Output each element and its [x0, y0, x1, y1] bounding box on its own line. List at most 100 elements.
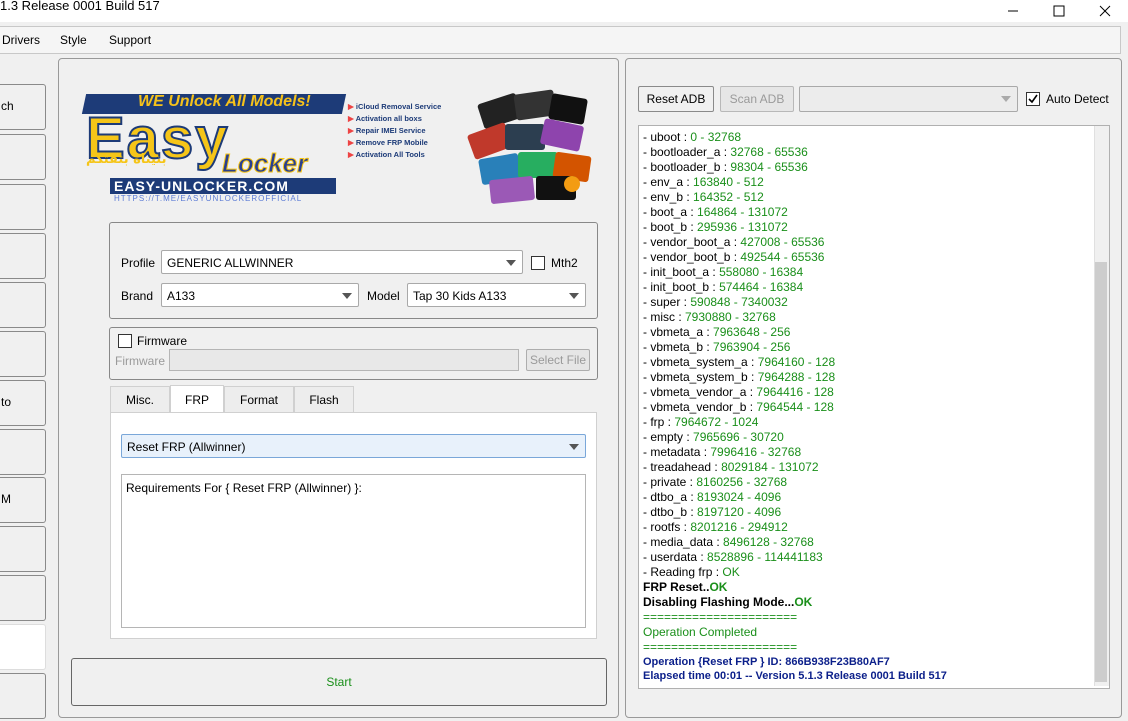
- sidebar-button-11[interactable]: [0, 575, 46, 621]
- chevron-down-icon: [342, 293, 352, 299]
- auto-detect-checkbox[interactable]: [1026, 92, 1040, 106]
- brand-select[interactable]: A133: [161, 283, 359, 307]
- log-line: - dtbo_b : 8197120 - 4096: [643, 505, 782, 519]
- log-completed: Operation Completed: [643, 625, 758, 639]
- log-line: - super : 590848 - 7340032: [643, 295, 788, 309]
- banner-url: HTTPS://T.ME/EASYUNLOCKEROFFICIAL: [114, 194, 303, 203]
- window-title: 1.3 Release 0001 Build 517: [0, 0, 160, 13]
- check-icon: [1028, 94, 1038, 104]
- model-select[interactable]: Tap 30 Kids A133: [407, 283, 586, 307]
- title-bar: 1.3 Release 0001 Build 517: [0, 0, 1128, 22]
- mth2-label: Mth2: [551, 256, 578, 270]
- profile-select[interactable]: GENERIC ALLWINNER: [161, 250, 523, 274]
- firmware-path-input[interactable]: [169, 349, 519, 371]
- frp-operation-select[interactable]: Reset FRP (Allwinner): [121, 434, 586, 458]
- brand-value: A133: [167, 289, 196, 303]
- log-line: - boot_a : 164864 - 131072: [643, 205, 788, 219]
- log-line: - misc : 7930880 - 32768: [643, 310, 776, 324]
- chevron-down-icon: [569, 444, 579, 450]
- chevron-down-icon: [506, 260, 516, 266]
- log-line: - vbmeta_b : 7963904 - 256: [643, 340, 791, 354]
- menu-drivers[interactable]: Drivers: [2, 33, 40, 47]
- firmware-checkbox[interactable]: [118, 334, 132, 348]
- sidebar-button-1[interactable]: ch: [0, 84, 46, 130]
- menu-style[interactable]: Style: [60, 33, 87, 47]
- tab-misc[interactable]: Misc.: [110, 386, 170, 412]
- profile-value: GENERIC ALLWINNER: [167, 256, 294, 270]
- feature-item: ▶ Remove FRP Mobile: [348, 138, 428, 147]
- sidebar-button-8[interactable]: [0, 429, 46, 475]
- sidebar-button-10[interactable]: [0, 526, 46, 572]
- log-line: - vbmeta_system_a : 7964160 - 128: [643, 355, 836, 369]
- log-line: - boot_b : 295936 - 131072: [643, 220, 788, 234]
- tab-flash[interactable]: Flash: [294, 386, 354, 412]
- sidebar-button-3[interactable]: [0, 184, 46, 230]
- easy-locker-banner: WE Unlock All Models! Easy Locker بنيناه…: [81, 88, 602, 208]
- log-line: - private : 8160256 - 32768: [643, 475, 788, 489]
- log-operation-info: Operation {Reset FRP } ID: 866B938F23B80…: [643, 656, 890, 668]
- log-line: - metadata : 7996416 - 32768: [643, 445, 802, 459]
- feature-list: ▶ iCloud Removal Service ▶ Activation al…: [348, 102, 468, 162]
- log-line: - uboot : 0 - 32768: [643, 130, 742, 144]
- log-line: - Reading frp : OK: [643, 565, 740, 579]
- log-elapsed: Elapsed time 00:01 -- Version 5.1.3 Rele…: [643, 670, 947, 682]
- chevron-down-icon: [569, 293, 579, 299]
- close-button[interactable]: [1082, 0, 1128, 22]
- sidebar-button-2[interactable]: [0, 134, 46, 180]
- log-line: - dtbo_a : 8193024 - 4096: [643, 490, 782, 504]
- adb-device-select[interactable]: [799, 86, 1018, 112]
- feature-item: ▶ iCloud Removal Service: [348, 102, 442, 111]
- feature-item: ▶ Activation All Tools: [348, 150, 425, 159]
- banner-domain: EASY-UNLOCKER.COM: [114, 178, 289, 194]
- close-icon: [1099, 5, 1111, 17]
- menu-bar: Drivers Style Support: [0, 26, 1121, 54]
- log-line: - env_b : 164352 - 512: [643, 190, 764, 204]
- reset-adb-button[interactable]: Reset ADB: [638, 86, 714, 112]
- log-line: - vendor_boot_a : 427008 - 65536: [643, 235, 825, 249]
- sidebar-button-5[interactable]: [0, 282, 46, 328]
- frp-operation-value: Reset FRP (Allwinner): [127, 440, 246, 454]
- mth2-checkbox[interactable]: [531, 256, 545, 270]
- sidebar-button-7[interactable]: to: [0, 380, 46, 426]
- log-line: - treadahead : 8029184 - 131072: [643, 460, 819, 474]
- maximize-button[interactable]: [1036, 0, 1082, 22]
- sidebar-label: ch: [1, 99, 14, 113]
- profile-label: Profile: [121, 256, 156, 270]
- sidebar-button-4[interactable]: [0, 233, 46, 279]
- sidebar-label: to: [1, 395, 12, 409]
- log-line: - userdata : 8528896 - 114441183: [643, 550, 823, 564]
- log-line: - vbmeta_system_b : 7964288 - 128: [643, 370, 836, 384]
- sidebar-button-9[interactable]: M: [0, 477, 46, 523]
- tab-format[interactable]: Format: [224, 386, 294, 412]
- log-line: - empty : 7965696 - 30720: [643, 430, 784, 444]
- feature-item: ▶ Repair IMEI Service: [348, 126, 426, 135]
- log-line: - vbmeta_vendor_a : 7964416 - 128: [643, 385, 834, 399]
- sidebar-button-12[interactable]: [0, 624, 46, 670]
- tab-frp[interactable]: FRP: [170, 385, 224, 413]
- requirements-text: Requirements For { Reset FRP (Allwinner)…: [126, 481, 362, 495]
- sidebar-button-13[interactable]: [0, 673, 46, 719]
- log-line: - rootfs : 8201216 - 294912: [643, 520, 788, 534]
- log-scrollbar-thumb[interactable]: [1095, 262, 1107, 682]
- sidebar-button-6[interactable]: [0, 331, 46, 377]
- start-button[interactable]: Start: [71, 658, 607, 706]
- log-lines: - uboot : 0 - 32768- bootloader_a : 3276…: [643, 126, 1093, 683]
- log-line: - vbmeta_vendor_b : 7964544 - 128: [643, 400, 834, 414]
- log-line: - init_boot_b : 574464 - 16384: [643, 280, 804, 294]
- select-file-button[interactable]: Select File: [526, 349, 590, 371]
- tool-cards-graphic: [467, 89, 592, 204]
- minimize-button[interactable]: [990, 0, 1036, 22]
- firmware-field-label: Firmware: [115, 354, 165, 368]
- log-separator: ======================: [643, 610, 798, 624]
- log-line: - env_a : 163840 - 512: [643, 175, 764, 189]
- menu-support[interactable]: Support: [109, 33, 151, 47]
- model-value: Tap 30 Kids A133: [413, 289, 507, 303]
- sidebar-label: M: [1, 492, 11, 506]
- brand-label: Brand: [121, 289, 154, 303]
- feature-item: ▶ Activation all boxs: [348, 114, 422, 123]
- requirements-box: Requirements For { Reset FRP (Allwinner)…: [121, 474, 586, 628]
- scan-adb-button[interactable]: Scan ADB: [720, 86, 794, 112]
- firmware-checkbox-label: Firmware: [137, 334, 187, 348]
- log-line: - bootloader_a : 32768 - 65536: [643, 145, 808, 159]
- log-disable-flashing: Disabling Flashing Mode...OK: [643, 595, 813, 609]
